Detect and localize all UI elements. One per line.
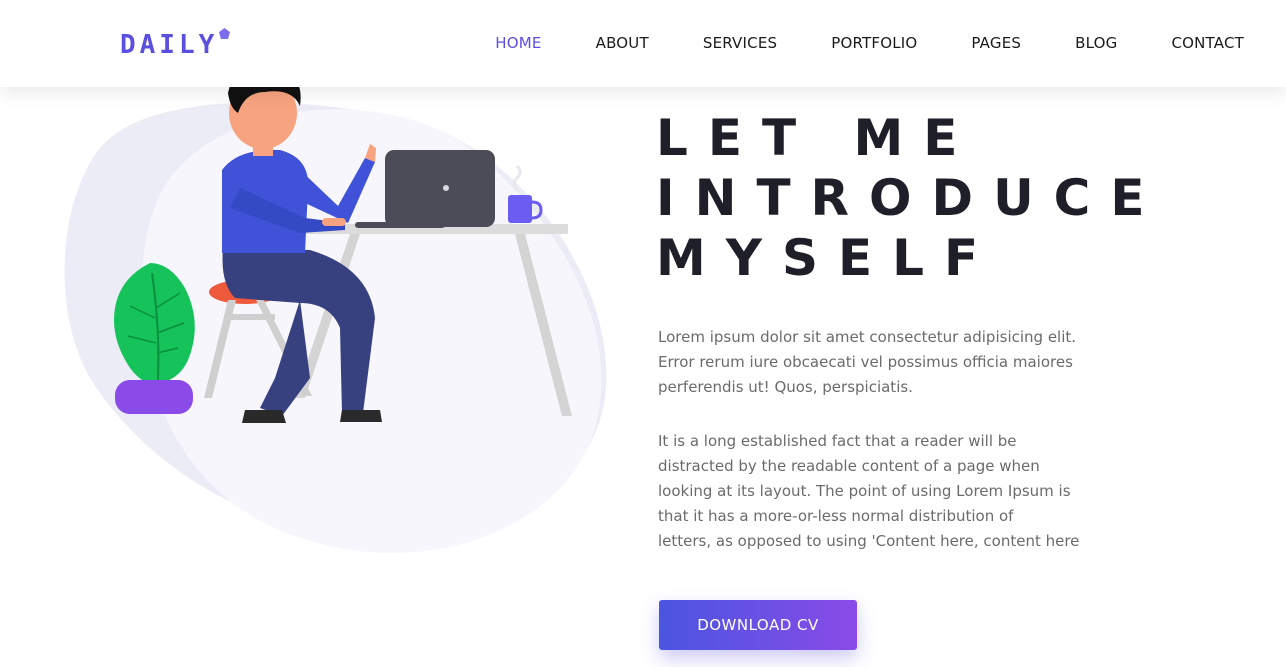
nav-item-home[interactable]: HOME: [495, 34, 541, 52]
navbar: DAILY HOME ABOUT SERVICES PORTFOLIO PAGE…: [0, 0, 1286, 87]
download-cv-button[interactable]: DOWNLOAD CV: [659, 600, 857, 650]
description-paragraph: It is a long established fact that a rea…: [658, 429, 1088, 554]
hero-title-line-3: MYSELF: [656, 229, 999, 287]
nav-item-blog[interactable]: BLOG: [1075, 34, 1117, 52]
nav-item-contact[interactable]: CONTACT: [1171, 34, 1244, 52]
person-working-illustration: [64, 78, 607, 553]
description-line: letters, as opposed to using 'Content he…: [658, 532, 1080, 550]
logo-dot-icon: [219, 28, 230, 39]
nav-item-portfolio[interactable]: PORTFOLIO: [831, 34, 917, 52]
description-line: It is a long established fact that a rea…: [658, 432, 1017, 450]
nav-item-services[interactable]: SERVICES: [703, 34, 777, 52]
nav-item-about[interactable]: ABOUT: [596, 34, 649, 52]
logo[interactable]: DAILY: [120, 30, 218, 64]
plant-icon: [114, 263, 195, 414]
description-line: that it has a more-or-less normal distri…: [658, 507, 1014, 525]
hero-title: LET ME INTRODUCE MYSELF: [656, 108, 1216, 288]
hero-title-line-1: LET ME: [656, 109, 978, 167]
main-nav: HOME ABOUT SERVICES PORTFOLIO PAGES BLOG…: [441, 34, 1244, 52]
nav-item-pages[interactable]: PAGES: [971, 34, 1021, 52]
description-line: looking at its layout. The point of usin…: [658, 482, 1071, 500]
description-line: distracted by the readable content of a …: [658, 457, 1040, 475]
hero-title-line-2: INTRODUCE: [656, 169, 1165, 227]
intro-paragraph: Lorem ipsum dolor sit amet consectetur a…: [658, 328, 1077, 396]
